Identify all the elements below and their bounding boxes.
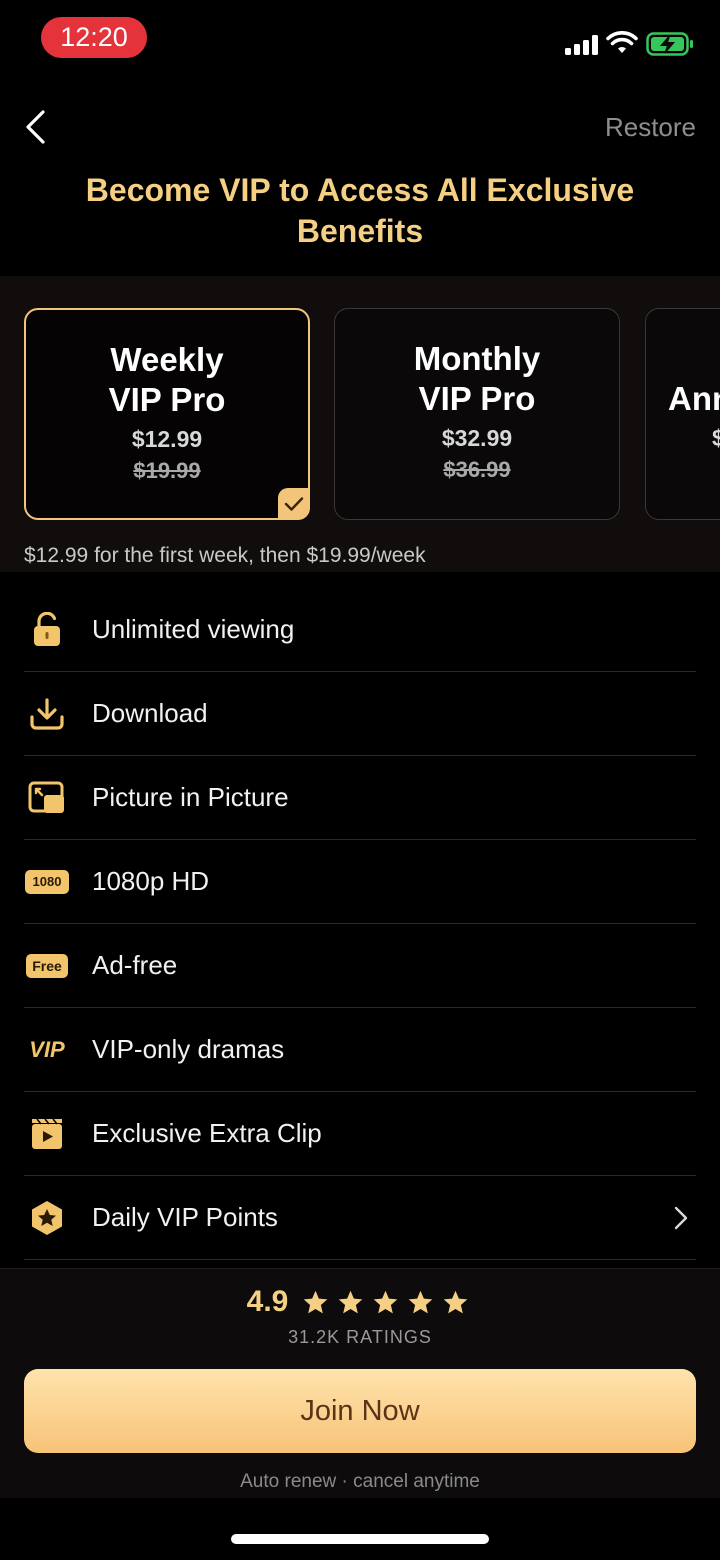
benefit-label: 1080p HD [92, 866, 210, 896]
benefit-daily-vip-points[interactable]: Daily VIP Points [24, 1176, 696, 1260]
selected-badge [278, 488, 310, 520]
unlock-icon [24, 607, 70, 653]
plan-price: $32.99 [441, 425, 513, 451]
star-icon [374, 1290, 398, 1313]
picture-in-picture-icon [24, 775, 70, 821]
page-title-line-1: Become VIP to Access All Exclusive [85, 172, 635, 208]
benefit-1080p-hd: 1080 1080p HD [24, 840, 696, 924]
battery-charging-icon [646, 32, 693, 56]
plan-name-line-2: VIP Pro [418, 380, 536, 417]
clip-icon [24, 1111, 70, 1157]
benefit-label: Exclusive Extra Clip [92, 1118, 322, 1148]
benefit-label: Download [92, 698, 208, 728]
plan-name-line-2: VIP Pro [108, 381, 226, 418]
restore-button[interactable]: Restore [605, 112, 696, 143]
plan-original-price: $36.99 [443, 457, 511, 482]
star-icon [409, 1290, 433, 1313]
auto-renew-note: Auto renew · cancel anytime [240, 1471, 480, 1492]
benefit-label: VIP-only dramas [92, 1034, 285, 1064]
wifi-icon [606, 31, 638, 53]
join-now-button[interactable]: Join Now [24, 1369, 696, 1453]
hd-badge-text: 1080 [32, 874, 62, 889]
plan-name-line-1: Monthly [413, 340, 541, 377]
chevron-left-icon [26, 110, 45, 144]
benefits-list: Unlimited viewing Download Picture in Pi… [24, 588, 696, 1260]
plan-card-monthly[interactable]: Monthly VIP Pro $32.99 $36.99 [334, 308, 620, 520]
plan-card-annual[interactable]: Ann $ [645, 308, 720, 520]
vip-icon: VIP [24, 1027, 70, 1073]
page-title: Become VIP to Access All Exclusive Benef… [40, 170, 680, 252]
rating-score: 4.9 [246, 1285, 289, 1318]
benefit-label: Daily VIP Points [92, 1202, 278, 1232]
plan-original-price: $19.99 [133, 458, 201, 483]
rating-row: 4.9 [0, 1285, 720, 1319]
plan-name: Ann [668, 379, 720, 419]
home-indicator[interactable] [231, 1534, 489, 1544]
plan-name-line-1: Ann [668, 380, 720, 417]
benefit-ad-free: Free Ad-free [24, 924, 696, 1008]
download-icon [24, 691, 70, 737]
plan-name-line-1: Weekly [110, 341, 224, 378]
vip-points-icon [24, 1195, 70, 1241]
checkmark-icon [284, 497, 304, 511]
rating-count: 31.2K RATINGS [288, 1327, 432, 1347]
star-icon [339, 1290, 363, 1313]
status-bar: 12:20 [0, 0, 720, 80]
plan-terms-note: $12.99 for the first week, then $19.99/w… [24, 544, 426, 567]
plan-price: $12.99 [131, 426, 203, 452]
plan-card-weekly[interactable]: Weekly VIP Pro $12.99 $19.99 [24, 308, 310, 520]
page-title-line-2: Benefits [296, 213, 424, 249]
plan-selector: Weekly VIP Pro $12.99 $19.99 Monthly VIP… [0, 276, 720, 572]
star-icon [304, 1290, 328, 1313]
benefit-label: Ad-free [92, 950, 178, 980]
benefit-exclusive-extra-clip: Exclusive Extra Clip [24, 1092, 696, 1176]
purchase-panel: 4.9 31.2K RATINGS Join Now Auto renew · … [0, 1268, 720, 1498]
benefit-label: Picture in Picture [92, 782, 289, 812]
cellular-signal-icon [565, 35, 598, 55]
plan-name: Monthly VIP Pro [357, 339, 597, 419]
ad-free-icon: Free [24, 943, 70, 989]
free-badge-text: Free [32, 957, 62, 974]
star-icon [444, 1290, 468, 1313]
hd-1080-icon: 1080 [24, 859, 70, 905]
benefit-vip-only-dramas: VIP VIP-only dramas [24, 1008, 696, 1092]
chevron-right-icon [674, 1206, 688, 1230]
back-button[interactable] [20, 106, 50, 148]
benefit-unlimited-viewing: Unlimited viewing [24, 588, 696, 672]
status-time: 12:20 [41, 17, 147, 58]
top-navigation: Restore [0, 80, 720, 180]
benefit-label: Unlimited viewing [92, 614, 295, 644]
benefit-download: Download [24, 672, 696, 756]
benefit-picture-in-picture: Picture in Picture [24, 756, 696, 840]
plan-name: Weekly VIP Pro [47, 340, 287, 420]
plan-price: $ [712, 425, 720, 451]
vip-icon-text: VIP [29, 1036, 65, 1062]
